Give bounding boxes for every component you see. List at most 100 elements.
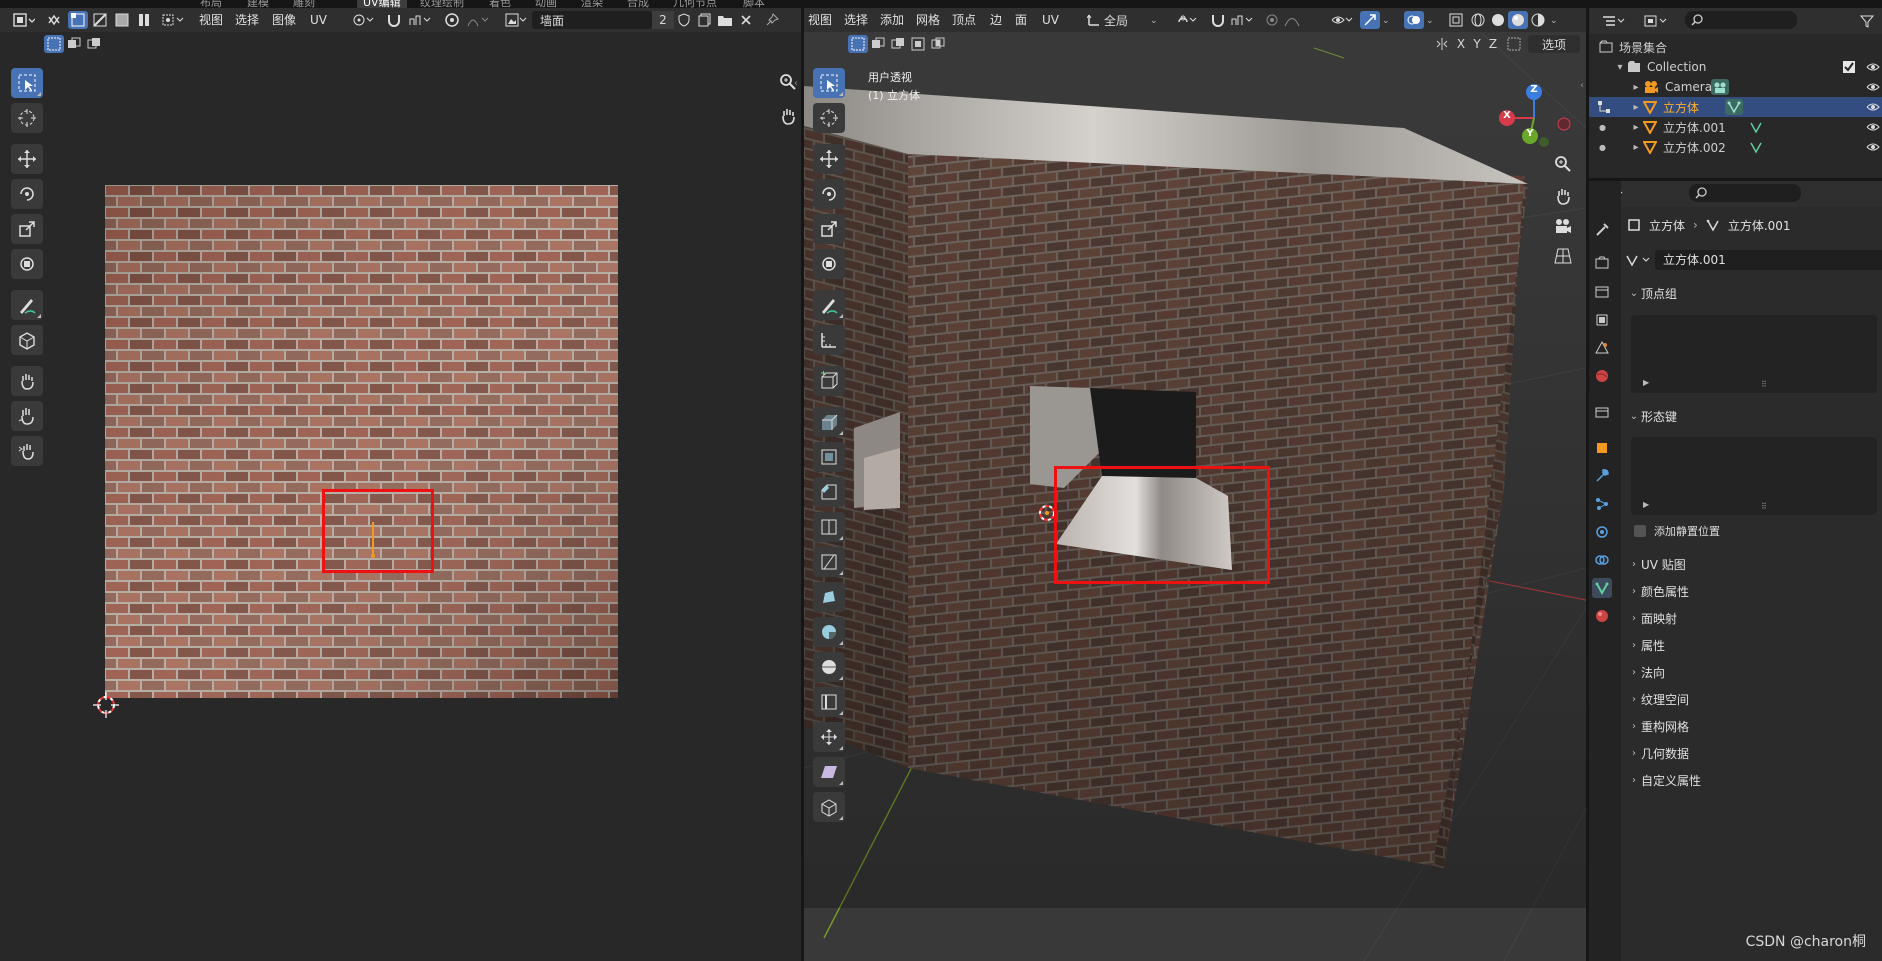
island-select-icon[interactable]	[134, 11, 154, 29]
uv-menu-image[interactable]: 图像	[272, 11, 296, 29]
open-image-icon[interactable]	[715, 11, 735, 29]
constraints-tab-icon[interactable]	[1592, 550, 1612, 570]
tab-uv-editing[interactable]: UV编辑	[357, 0, 407, 8]
spin-tool[interactable]	[813, 617, 845, 647]
mesh-datablock-name[interactable]: 立方体.001	[1655, 250, 1882, 270]
vp-select-extend-icon[interactable]	[868, 35, 888, 53]
uv-menu-select[interactable]: 选择	[235, 11, 259, 29]
panel-vertex-groups-header[interactable]: ⌄ 顶点组	[1627, 281, 1882, 305]
panel-shape-keys-header[interactable]: ⌄ 形态键	[1627, 404, 1882, 428]
overlays-toggle-icon[interactable]	[1404, 11, 1424, 29]
gizmo-dropdown-icon[interactable]: ⌄	[1382, 16, 1390, 26]
move-tool[interactable]	[11, 144, 43, 174]
material-tab-icon[interactable]	[1592, 606, 1612, 626]
select-box-tool[interactable]	[11, 68, 43, 98]
tab-sculpt[interactable]: 雕刻	[293, 0, 315, 8]
scene-tab-icon[interactable]	[1592, 338, 1612, 358]
vp-proportional-icon[interactable]	[1262, 11, 1282, 29]
vp-cursor-tool[interactable]	[813, 103, 845, 133]
vertex-groups-list[interactable]: ▶ ⠿	[1631, 315, 1877, 393]
transform-orientation-icon[interactable]	[1084, 11, 1104, 29]
shading-dropdown-icon[interactable]: ⌄	[1550, 16, 1558, 26]
annotate-tool[interactable]	[11, 290, 43, 320]
vp-move-tool[interactable]	[813, 144, 845, 174]
image-name-field[interactable]: 墙面	[532, 11, 652, 29]
rip-region-tool[interactable]	[11, 325, 43, 355]
panel-texture-space[interactable]: › 纹理空间	[1627, 687, 1882, 711]
2d-cursor-icon[interactable]	[93, 692, 119, 718]
snap-target-icon[interactable]	[406, 11, 434, 29]
vp-select-invert-icon[interactable]	[908, 35, 928, 53]
collection-tab-icon[interactable]	[1592, 402, 1612, 422]
grab-tool[interactable]	[11, 366, 43, 396]
tab-shading[interactable]: 着色	[489, 0, 511, 8]
panel-geometry-data[interactable]: › 几何数据	[1627, 741, 1882, 765]
new-image-icon[interactable]	[695, 11, 715, 29]
output-tab-icon[interactable]	[1592, 282, 1612, 302]
unlink-image-icon[interactable]	[736, 11, 756, 29]
mirror-x-label[interactable]: X	[1454, 35, 1468, 53]
pan-hand-icon[interactable]	[776, 104, 800, 128]
select-subtract-icon[interactable]	[84, 35, 104, 53]
display-mode-icon[interactable]	[1641, 12, 1671, 30]
mesh-datablock-selector[interactable]: 立方体.001	[1625, 250, 1882, 270]
xray-toggle-icon[interactable]	[1446, 11, 1466, 29]
outliner-item-cube[interactable]: ▸ 立方体	[1589, 97, 1882, 117]
material-preview-icon[interactable]	[1508, 11, 1528, 29]
pivot-icon[interactable]	[350, 11, 376, 29]
inset-tool[interactable]	[813, 442, 845, 472]
perspective-toggle-icon[interactable]	[1551, 244, 1575, 268]
chevron-down-icon[interactable]: ⌄	[1150, 16, 1158, 26]
uv-menu-view[interactable]: 视图	[199, 11, 223, 29]
sidebar-toggle-icon[interactable]: ‹	[794, 78, 798, 89]
vp-annotate-tool[interactable]	[813, 290, 845, 320]
particles-tab-icon[interactable]	[1592, 494, 1612, 514]
panel-normals[interactable]: › 法向	[1627, 660, 1882, 684]
pinch-tool[interactable]	[11, 436, 43, 466]
panel-remesh[interactable]: › 重构网格	[1627, 714, 1882, 738]
select-extend-icon[interactable]	[64, 35, 84, 53]
visibility-selectability-icon[interactable]	[1328, 11, 1356, 29]
vp-falloff-icon[interactable]	[1282, 11, 1302, 29]
measure-tool[interactable]	[813, 325, 845, 355]
camera-view-icon[interactable]	[1551, 214, 1575, 238]
properties-search-input[interactable]	[1689, 184, 1801, 202]
overlays-dropdown-icon[interactable]: ⌄	[1426, 16, 1434, 26]
bevel-tool[interactable]	[813, 477, 845, 507]
options-dropdown[interactable]: 选项	[1528, 35, 1580, 53]
image-user-count[interactable]: 2	[652, 11, 674, 29]
add-cube-tool[interactable]	[813, 366, 845, 396]
vp-select-subtract-icon[interactable]	[888, 35, 908, 53]
mirror-z-label[interactable]: Z	[1486, 35, 1500, 53]
tab-layout[interactable]: 布局	[200, 0, 222, 8]
tab-geometry-nodes[interactable]: 几何节点	[673, 0, 717, 8]
shrink-fatten-tool[interactable]	[813, 722, 845, 752]
vp-snap-target-icon[interactable]	[1228, 11, 1256, 29]
scale-tool[interactable]	[11, 214, 43, 244]
rip-tool[interactable]	[813, 792, 845, 822]
pin-icon[interactable]	[762, 11, 782, 29]
panel-attributes[interactable]: › 属性	[1627, 633, 1882, 657]
vp-pan-icon[interactable]	[1551, 184, 1575, 208]
panel-uv-maps[interactable]: › UV 贴图	[1627, 552, 1882, 576]
filter-icon[interactable]	[1857, 12, 1877, 30]
tab-compositing[interactable]: 合成	[627, 0, 649, 8]
physics-tab-icon[interactable]	[1592, 522, 1612, 542]
relax-tool[interactable]	[11, 401, 43, 431]
rotate-tool[interactable]	[11, 179, 43, 209]
poly-build-tool[interactable]	[813, 582, 845, 612]
mesh-symmetry-icon[interactable]	[1504, 35, 1524, 53]
render-tab-icon[interactable]	[1592, 253, 1612, 273]
vp-menu-select[interactable]: 选择	[844, 11, 868, 29]
tab-rendering[interactable]: 渲染	[581, 0, 603, 8]
properties-editor-type-icon[interactable]	[1621, 185, 1627, 203]
outliner-editor-type-icon[interactable]	[1599, 12, 1629, 30]
fake-user-icon[interactable]	[674, 11, 694, 29]
image-browse-icon[interactable]	[502, 11, 530, 29]
scene-collection-row[interactable]: 场景集合	[1589, 37, 1882, 57]
tab-animation[interactable]: 动画	[535, 0, 557, 8]
panel-face-maps[interactable]: › 面映射	[1627, 606, 1882, 630]
tab-scripting[interactable]: 脚本	[743, 0, 765, 8]
cursor-tool[interactable]	[11, 103, 43, 133]
vp-menu-face[interactable]: 面	[1015, 11, 1027, 29]
